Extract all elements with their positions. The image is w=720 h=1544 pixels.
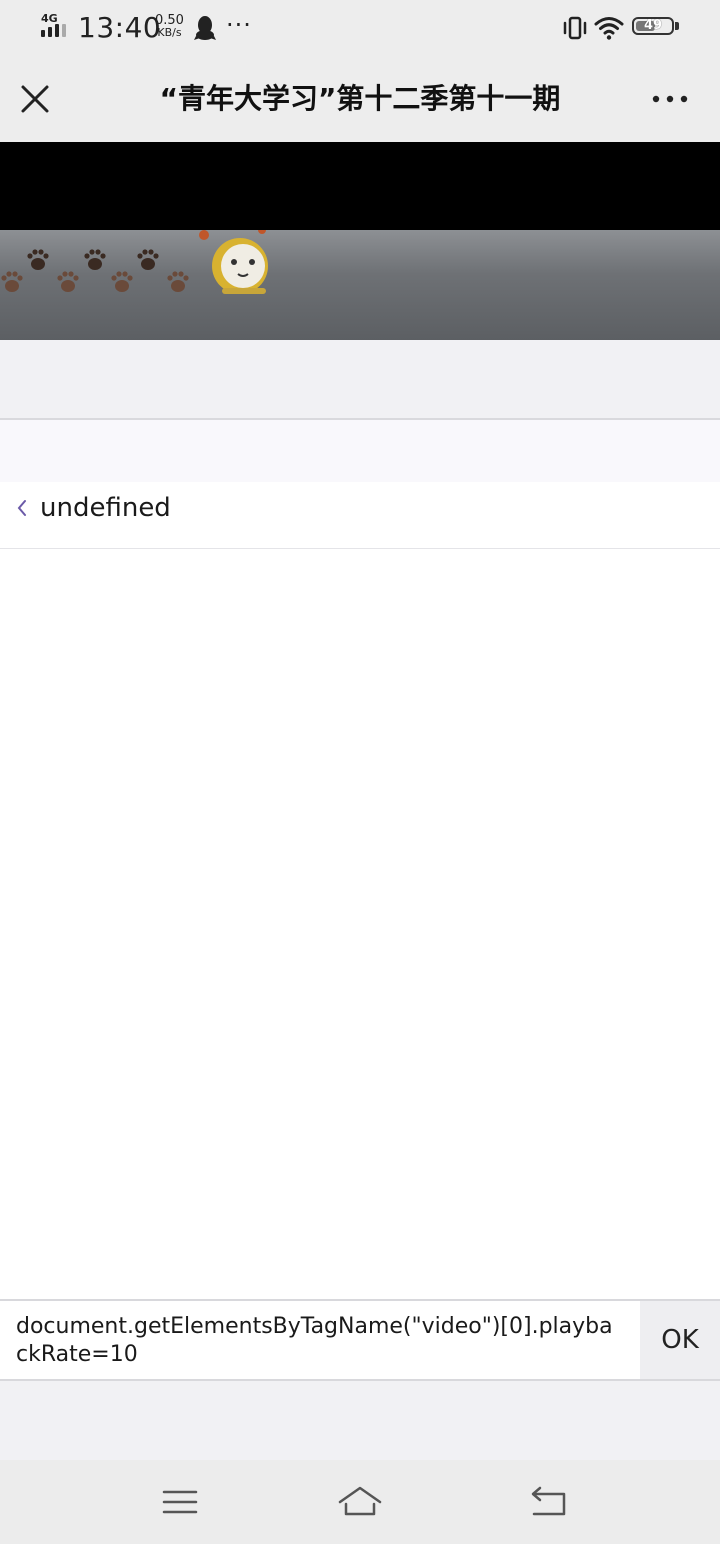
system-nav-bar <box>0 1460 720 1544</box>
mascot-icon <box>199 230 268 294</box>
result-arrow-icon <box>17 500 26 516</box>
title-bar: “青年大学习”第十二季第十一期 <box>0 56 720 142</box>
console-log-entry: undefined <box>0 482 720 549</box>
status-time: 13:40 <box>78 11 162 44</box>
status-bar: 4G 13:40 0.50 KB/s ··· 49 <box>0 0 720 56</box>
video-player[interactable] <box>0 142 720 230</box>
menu-icon[interactable] <box>156 1480 204 1524</box>
ok-button[interactable]: OK <box>640 1301 720 1379</box>
console-toolbar <box>0 340 720 418</box>
console-input-row: document.getElementsByTagName("video")[0… <box>0 1299 720 1381</box>
battery-level: 49 <box>643 18 663 33</box>
console-footer <box>0 1381 720 1460</box>
console-output <box>0 549 720 1299</box>
paw-prints-decoration <box>1 230 268 294</box>
close-icon[interactable] <box>14 78 56 120</box>
banner-image <box>0 230 720 340</box>
log-entry-text: undefined <box>40 493 171 523</box>
battery-icon: 49 <box>632 17 682 39</box>
more-icon[interactable] <box>648 78 692 120</box>
network-speed: 0.50 KB/s <box>155 14 184 39</box>
command-input[interactable]: document.getElementsByTagName("video")[0… <box>0 1301 640 1379</box>
wifi-icon <box>594 17 624 40</box>
vibrate-icon <box>563 16 587 40</box>
signal-icon: 4G <box>40 13 70 41</box>
console-filter-bar <box>0 420 720 482</box>
network-speed-unit: KB/s <box>157 26 182 39</box>
qq-icon <box>194 16 216 40</box>
notification-more: ··· <box>226 11 252 39</box>
back-icon[interactable] <box>524 1480 572 1524</box>
page-title: “青年大学习”第十二季第十一期 <box>159 82 561 115</box>
home-icon[interactable] <box>336 1480 384 1524</box>
